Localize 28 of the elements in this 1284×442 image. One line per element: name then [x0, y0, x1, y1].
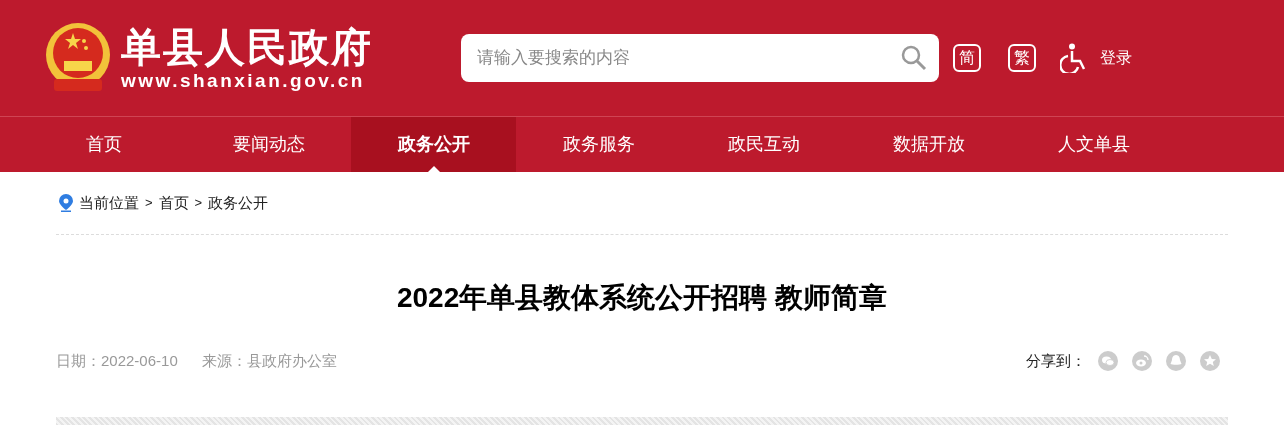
nav-tab[interactable]: 政务公开	[351, 117, 516, 172]
nav-tab[interactable]: 政务服务	[516, 117, 681, 172]
traditional-button[interactable]: 繁	[1008, 44, 1036, 72]
site-title: 单县人民政府	[121, 24, 373, 70]
search-field[interactable]: 请输入要搜索的内容	[461, 34, 939, 82]
wechat-icon[interactable]	[1098, 351, 1118, 371]
breadcrumb-link[interactable]: 政务公开	[208, 191, 269, 215]
share-label: 分享到：	[1026, 350, 1086, 371]
breadcrumb-separator: >	[194, 194, 203, 213]
nav-tab[interactable]: 政民互动	[681, 117, 846, 172]
weibo-icon[interactable]	[1132, 351, 1152, 371]
breadcrumb-label: 当前位置	[79, 192, 139, 213]
accessibility-icon[interactable]	[1060, 43, 1088, 73]
article-source: 来源：县政府办公室	[201, 350, 337, 371]
nav-tab[interactable]: 要闻动态	[186, 117, 351, 172]
simplified-button[interactable]: 简	[953, 44, 981, 72]
nav-tab[interactable]: 数据开放	[846, 117, 1011, 172]
breadcrumb-link[interactable]: 首页	[158, 191, 189, 215]
nav-tab[interactable]: 人文单县	[1011, 117, 1176, 172]
article-date: 日期：2022-06-10	[56, 350, 178, 371]
search-icon[interactable]	[901, 45, 927, 71]
site-url: www.shanxian.gov.cn	[121, 70, 366, 92]
breadcrumb-separator: >	[145, 194, 153, 213]
login-link[interactable]: 登录	[1100, 46, 1132, 70]
location-pin-icon	[59, 194, 73, 212]
article-title: 2022年单县教体系统公开招聘 教师简章	[395, 281, 889, 315]
nav-tab[interactable]: 首页	[21, 117, 186, 172]
qq-icon[interactable]	[1166, 351, 1186, 371]
